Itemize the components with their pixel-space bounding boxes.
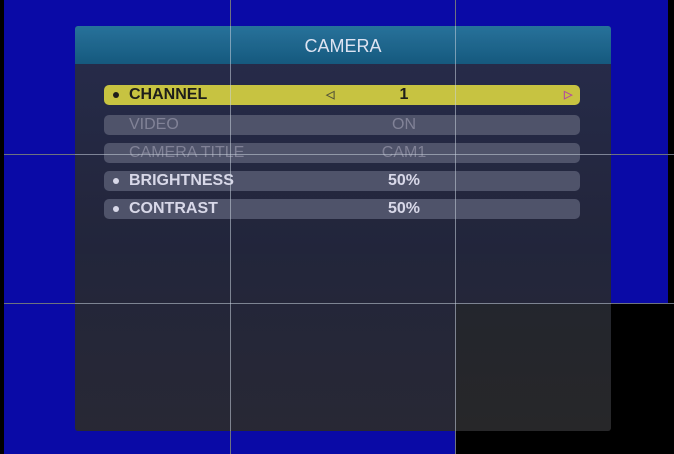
channel-label: CHANNEL <box>129 86 208 103</box>
menu-row-camera-title: CAMERA TITLE CAM1 <box>104 143 580 163</box>
camera-title-label: CAMERA TITLE <box>129 144 245 161</box>
contrast-label: CONTRAST <box>129 200 218 217</box>
menu-row-brightness[interactable]: BRIGHTNESS 50% <box>104 171 580 191</box>
camera-title-value: CAM1 <box>381 144 427 161</box>
brightness-label: BRIGHTNESS <box>129 172 234 189</box>
menu-row-video: VIDEO ON <box>104 115 580 135</box>
camera-menu-panel: CAMERA CHANNEL ◁ 1 ▷ VIDEO ON CAMERA TIT… <box>75 26 611 431</box>
arrow-left-icon[interactable]: ◁ <box>326 88 334 102</box>
video-label: VIDEO <box>129 116 179 133</box>
video-value: ON <box>392 116 416 133</box>
menu-row-channel[interactable]: CHANNEL ◁ 1 ▷ <box>104 85 580 105</box>
channel-value: 1 <box>399 86 409 103</box>
grid-divider-horizontal <box>4 154 674 155</box>
selected-bullet-icon <box>113 92 119 98</box>
bullet-icon <box>113 178 119 184</box>
grid-divider-vertical <box>455 0 456 454</box>
menu-title: CAMERA <box>75 26 611 64</box>
contrast-value: 50% <box>387 200 421 217</box>
brightness-value: 50% <box>387 172 421 189</box>
menu-row-contrast[interactable]: CONTRAST 50% <box>104 199 580 219</box>
grid-divider-horizontal <box>4 303 674 304</box>
arrow-right-icon[interactable]: ▷ <box>564 88 572 102</box>
bullet-icon <box>113 206 119 212</box>
grid-divider-vertical <box>230 0 231 454</box>
